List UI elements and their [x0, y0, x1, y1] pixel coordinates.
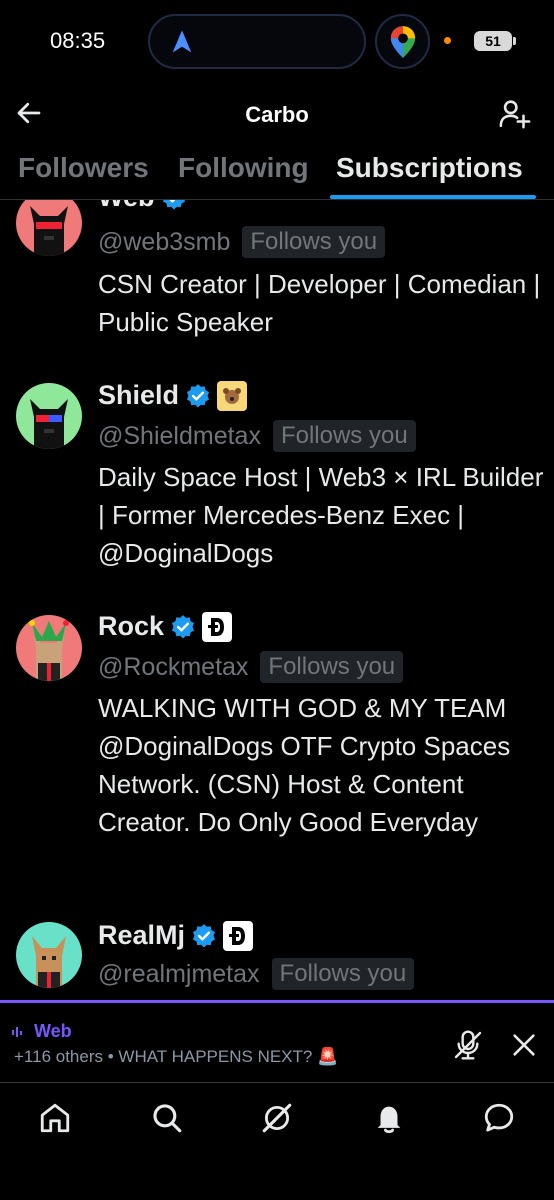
- user-handle: @Shieldmetax: [98, 421, 261, 450]
- list-item[interactable]: Rock @Rockmetax Follows you WALKING WITH…: [0, 605, 554, 905]
- follows-you-badge: Follows you: [271, 958, 415, 990]
- avatar[interactable]: [16, 200, 82, 256]
- follows-you-badge: Follows you: [272, 420, 416, 452]
- user-handle: @realmjmetax: [98, 959, 260, 988]
- space-host-name: Web: [34, 1021, 72, 1041]
- page-title: Carbo: [245, 102, 309, 127]
- user-name: Web: [98, 200, 155, 213]
- battery-indicator: 51: [474, 31, 516, 51]
- map-pin-icon: [390, 25, 415, 58]
- dog-avatar-icon: [30, 206, 68, 256]
- header: Carbo: [0, 84, 554, 144]
- grok-icon[interactable]: [260, 1101, 294, 1135]
- dog-avatar-icon: [29, 620, 69, 681]
- search-icon[interactable]: [150, 1101, 184, 1135]
- status-bar: 08:35 51: [0, 0, 554, 84]
- dog-avatar-icon: [30, 399, 68, 449]
- user-handle: @Rockmetax: [98, 652, 249, 681]
- notifications-icon[interactable]: [372, 1101, 406, 1135]
- verified-badge-icon: [186, 383, 210, 407]
- tab-followers[interactable]: Followers: [18, 152, 149, 184]
- follows-you-badge: Follows you: [260, 651, 404, 683]
- add-user-icon[interactable]: [498, 96, 532, 130]
- doginal-logo-icon: [202, 611, 233, 642]
- user-name: Shield: [98, 380, 180, 410]
- status-time: 08:35: [50, 28, 106, 53]
- bottom-navigation: [0, 1082, 554, 1200]
- doginal-logo-icon: [223, 920, 254, 951]
- follows-you-badge: Follows you: [242, 226, 386, 258]
- user-list: Web @web3smb Follows you CSN Creator | D…: [0, 200, 554, 1000]
- list-item[interactable]: Web @web3smb Follows you CSN Creator | D…: [0, 200, 554, 340]
- dog-avatar-icon: [32, 936, 66, 988]
- close-icon[interactable]: [510, 1031, 538, 1059]
- mic-muted-icon[interactable]: [452, 1029, 484, 1061]
- avatar[interactable]: [16, 615, 82, 681]
- active-tab-indicator: [330, 195, 536, 199]
- dog-emoji-icon: [217, 380, 248, 411]
- user-handle: @web3smb: [98, 227, 231, 256]
- list-item[interactable]: Shield @Shieldmetax Follows you Daily Sp…: [0, 370, 554, 590]
- messages-icon[interactable]: [482, 1101, 516, 1135]
- user-bio: WALKING WITH GOD & MY TEAM @DoginalDogs …: [98, 693, 511, 837]
- live-space-bar[interactable]: Web +116 others • WHAT HAPPENS NEXT? 🚨: [0, 1000, 554, 1082]
- privacy-indicator-dot: [444, 37, 451, 44]
- verified-badge-icon: [192, 923, 216, 947]
- avatar[interactable]: [16, 383, 82, 449]
- home-icon[interactable]: [38, 1101, 72, 1135]
- list-item[interactable]: RealMj @realmjmetax Follows you: [0, 912, 554, 1000]
- tab-following[interactable]: Following: [178, 152, 309, 184]
- navigation-pill[interactable]: [148, 14, 366, 69]
- user-bio: Daily Space Host | Web3 × IRL Builder | …: [98, 462, 544, 568]
- tab-subscriptions[interactable]: Subscriptions: [336, 152, 523, 184]
- verified-badge-icon: [171, 614, 195, 638]
- avatar[interactable]: [16, 922, 82, 988]
- maps-bubble[interactable]: [375, 14, 430, 69]
- tab-bar: Followers Following Subscriptions: [0, 144, 554, 200]
- user-name: RealMj: [98, 920, 186, 950]
- audio-wave-icon: [12, 1026, 22, 1037]
- navigation-arrow-icon: [172, 30, 192, 53]
- user-name: Rock: [98, 611, 165, 641]
- space-subtitle: +116 others • WHAT HAPPENS NEXT? 🚨: [14, 1047, 339, 1066]
- verified-badge-icon: [162, 200, 185, 209]
- user-bio: CSN Creator | Developer | Comedian | Pub…: [98, 269, 541, 337]
